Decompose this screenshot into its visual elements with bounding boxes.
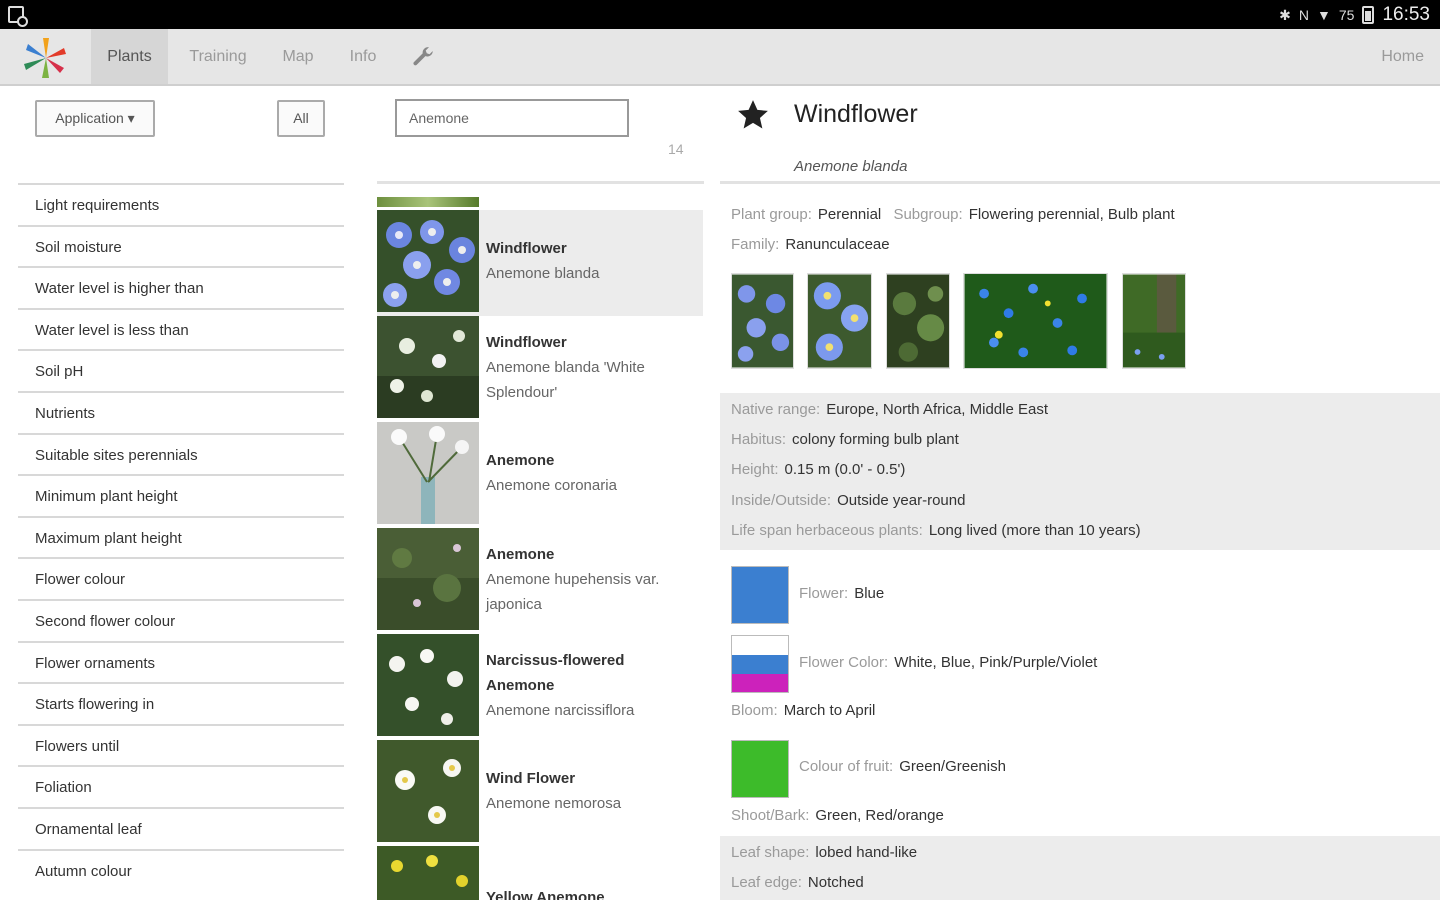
family-row: Family: Ranunculaceae	[731, 236, 890, 253]
swatch-magenta	[732, 674, 788, 692]
swatch-blue	[732, 655, 788, 674]
filter-light-requirements[interactable]: Light requirements	[18, 183, 344, 225]
leaf-edge-row: Leaf edge: Notched	[731, 874, 864, 891]
plant-row[interactable]: Windflower Anemone blanda 'White Splendo…	[377, 316, 703, 422]
plant-common-name: Narcissus-flowered Anemone	[486, 651, 625, 694]
plant-title: Windflower	[794, 100, 918, 128]
plant-thumbnail	[377, 316, 479, 418]
filter-flower-ornaments[interactable]: Flower ornaments	[18, 640, 344, 683]
plant-common-name: Anemone	[486, 545, 555, 563]
nfc-icon: N	[1298, 7, 1310, 23]
thumbnail-partial	[377, 197, 479, 207]
flower-color-swatch	[731, 566, 789, 624]
shoot-row: Shoot/Bark: Green, Red/orange	[731, 807, 944, 824]
plant-row[interactable]: Wind Flower Anemone nemorosa	[377, 740, 703, 846]
bluetooth-icon: ✱	[1279, 6, 1291, 23]
plant-thumbnail	[377, 740, 479, 842]
filter-min-height[interactable]: Minimum plant height	[18, 474, 344, 516]
gallery-photo[interactable]	[1122, 273, 1186, 369]
clock: 16:53	[1382, 4, 1430, 25]
plant-latin-name: Anemone narcissiflora	[486, 701, 635, 719]
plant-common-name: Windflower	[486, 240, 567, 257]
battery-icon	[1362, 6, 1375, 24]
all-button[interactable]: All	[277, 100, 325, 137]
plant-common-name: Windflower	[486, 333, 567, 351]
flower-row: Flower: Blue	[799, 585, 885, 602]
filter-water-level-higher[interactable]: Water level is higher than	[18, 266, 344, 308]
plant-latin-name: Anemone blanda	[486, 265, 600, 282]
plant-row[interactable]: Windflower Anemone blanda	[377, 210, 703, 316]
filter-flowers-until[interactable]: Flowers until	[18, 723, 344, 766]
search-input[interactable]: Anemone	[395, 99, 629, 137]
filter-list: Light requirements Soil moisture Water l…	[18, 183, 344, 890]
filter-water-level-less[interactable]: Water level is less than	[18, 307, 344, 350]
result-count: 14	[668, 141, 684, 157]
filter-flower-colour[interactable]: Flower colour	[18, 557, 344, 599]
plant-latin-title: Anemone blanda	[794, 158, 908, 175]
plant-common-name: Wind Flower	[486, 770, 576, 787]
fruit-color-swatch	[731, 740, 789, 798]
filter-second-flower-colour[interactable]: Second flower colour	[18, 598, 344, 641]
flower-color-row: Flower Color: White, Blue, Pink/Purple/Vi…	[799, 654, 1098, 671]
plant-list: Windflower Anemone blanda Windflower Ane…	[377, 210, 703, 900]
divider	[720, 181, 1440, 184]
plant-row[interactable]: Anemone Anemone hupehensis var. japonica	[377, 528, 703, 634]
home-link[interactable]: Home	[1381, 29, 1424, 84]
tab-map[interactable]: Map	[268, 29, 328, 84]
favorite-star-icon[interactable]	[735, 98, 771, 132]
inside-outside-row: Inside/Outside: Outside year-round	[731, 492, 966, 509]
tab-plants[interactable]: Plants	[91, 29, 168, 84]
gallery-photo[interactable]	[886, 273, 950, 369]
plant-thumbnail	[377, 634, 479, 736]
top-navigation: Plants Training Map Info Home	[0, 29, 1440, 86]
plant-thumbnail	[377, 422, 479, 524]
plant-common-name: Anemone	[486, 452, 555, 469]
filter-max-height[interactable]: Maximum plant height	[18, 515, 344, 558]
app-logo-icon[interactable]	[18, 35, 74, 81]
plant-latin-name: Anemone hupehensis var. japonica	[486, 570, 660, 613]
plant-row[interactable]: Narcissus-flowered Anemone Anemone narci…	[377, 634, 703, 740]
life-span-row: Life span herbaceous plants: Long lived (…	[731, 522, 1141, 539]
filter-autumn-colour[interactable]: Autumn colour	[18, 848, 344, 891]
plant-row[interactable]: Anemone Anemone coronaria	[377, 422, 703, 528]
filter-soil-moisture[interactable]: Soil moisture	[18, 224, 344, 267]
filter-ornamental-leaf[interactable]: Ornamental leaf	[18, 806, 344, 849]
plant-common-name: Yellow Anemone	[486, 888, 605, 900]
divider	[377, 181, 704, 184]
plant-latin-name: Anemone coronaria	[486, 477, 617, 494]
filter-nutrients[interactable]: Nutrients	[18, 390, 344, 433]
application-dropdown[interactable]: Application ▾	[35, 100, 155, 137]
leaf-shape-row: Leaf shape: lobed hand-like	[731, 844, 918, 861]
bloom-row: Bloom: March to April	[731, 702, 876, 719]
plant-group-row: Plant group: Perennial Subgroup: Flowering…	[731, 206, 1175, 223]
filter-foliation[interactable]: Foliation	[18, 765, 344, 807]
battery-percent: 75	[1338, 7, 1355, 23]
filter-starts-flowering[interactable]: Starts flowering in	[18, 682, 344, 724]
wrench-icon[interactable]	[410, 44, 436, 70]
gallery-photo[interactable]	[963, 273, 1108, 369]
plant-thumbnail	[377, 846, 479, 900]
filter-suitable-sites[interactable]: Suitable sites perennials	[18, 432, 344, 475]
plant-thumbnail	[377, 528, 479, 630]
native-range-row: Native range: Europe, North Africa, Middl…	[731, 401, 1048, 418]
tab-info[interactable]: Info	[338, 29, 388, 84]
plant-latin-name: Anemone nemorosa	[486, 795, 622, 812]
fruit-row: Colour of fruit: Green/Greenish	[799, 758, 1006, 775]
plant-row[interactable]: Yellow Anemone	[377, 846, 703, 900]
height-row: Height: 0.15 m (0.0' - 0.5')	[731, 461, 906, 478]
gallery-photo[interactable]	[731, 273, 794, 369]
wifi-icon: ▼	[1317, 7, 1331, 23]
plant-latin-name: Anemone blanda 'White Splendour'	[486, 358, 645, 401]
swatch-white	[732, 636, 788, 655]
filter-soil-ph[interactable]: Soil pH	[18, 349, 344, 391]
tab-training[interactable]: Training	[178, 29, 258, 84]
flower-colors-swatch	[731, 635, 789, 693]
habitus-row: Habitus: colony forming bulb plant	[731, 431, 959, 448]
status-icons: ✱ N ▼ 75 16:53	[1279, 3, 1430, 27]
notification-icon	[8, 6, 28, 27]
gallery-photo[interactable]	[807, 273, 872, 369]
plant-thumbnail	[377, 210, 479, 312]
status-bar: ✱ N ▼ 75 16:53	[0, 0, 1440, 29]
